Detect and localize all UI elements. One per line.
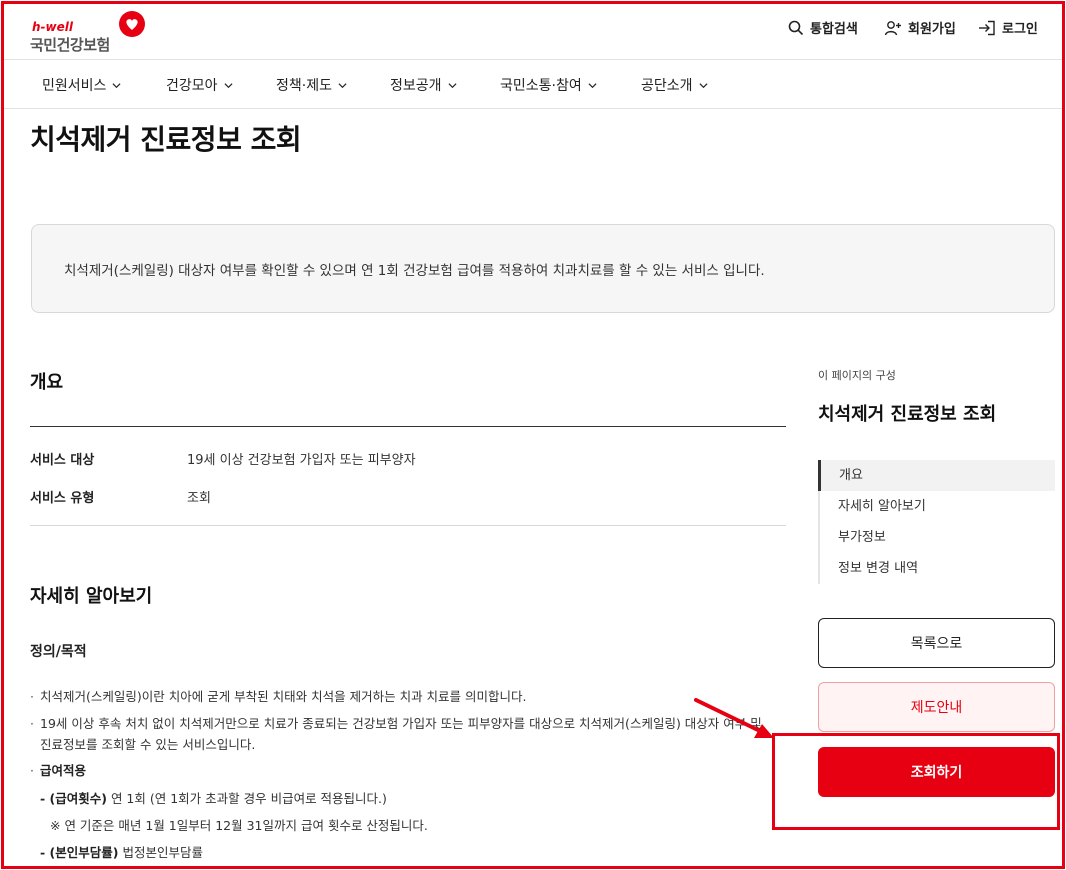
- definition-heading: 정의/목적: [30, 644, 87, 660]
- nav-item-label: 정책·제도: [276, 78, 332, 94]
- search-icon: [788, 20, 804, 35]
- service-intro-box: 치석제거(스케일링) 대상자 여부를 확인할 수 있으며 연 1회 건강보험 급…: [31, 224, 1055, 313]
- login-label: 로그인: [1002, 22, 1038, 37]
- bullet-dot: ·: [30, 716, 34, 731]
- service-target-value: 19세 이상 건강보험 가입자 또는 피부양자: [187, 453, 416, 468]
- definition-bullet: · 치석제거(스케일링)이란 치아에 굳게 부착된 치태와 치석을 제거하는 치과…: [30, 686, 527, 708]
- search-label: 통합검색: [810, 22, 858, 37]
- chevron-down-icon: [448, 82, 457, 88]
- chevron-down-icon: [588, 82, 597, 88]
- nav-item-label: 민원서비스: [42, 78, 107, 94]
- join-link[interactable]: 회원가입: [884, 18, 956, 37]
- bullet-dot: ·: [30, 763, 34, 778]
- benefit-count-text: 연 1회 (연 1회가 초과할 경우 비급여로 적용됩니다.): [110, 791, 387, 806]
- purpose-bullet: · 19세 이상 후속 처치 없이 치석제거만으로 치료가 종료되는 건강보험 가…: [30, 713, 762, 735]
- toc-list: 개요 자세히 알아보기 부가정보 정보 변경 내역: [818, 460, 1055, 584]
- purpose-text: 19세 이상 후속 처치 없이 치석제거만으로 치료가 종료되는 건강보험 가입…: [40, 716, 762, 731]
- definition-text: 치석제거(스케일링)이란 치아에 굳게 부착된 치태와 치석을 제거하는 치과 …: [40, 689, 527, 704]
- logo-name-text: 국민건강보험: [30, 36, 110, 54]
- chevron-down-icon: [338, 82, 347, 88]
- toc-item-details[interactable]: 자세히 알아보기: [820, 491, 1055, 522]
- benefit-bullet: · 급여적용: [30, 760, 86, 782]
- add-user-icon: [884, 20, 901, 35]
- integrated-search-link[interactable]: 통합검색: [788, 18, 858, 37]
- copay-line: - (본인부담률) 법정본인부담률: [40, 842, 203, 864]
- service-target-label: 서비스 대상: [30, 453, 95, 468]
- service-type-label: 서비스 유형: [30, 491, 95, 506]
- nav-item-participation[interactable]: 국민소통·참여: [500, 75, 597, 95]
- service-intro-text: 치석제거(스케일링) 대상자 여부를 확인할 수 있으며 연 1회 건강보험 급…: [64, 263, 765, 279]
- nav-item-health[interactable]: 건강모아: [166, 75, 233, 95]
- chevron-down-icon: [699, 82, 708, 88]
- logo-hwell-text: h-well: [32, 20, 73, 34]
- join-label: 회원가입: [908, 22, 956, 37]
- overview-bottom-divider: [30, 525, 786, 526]
- nav-item-civil-service[interactable]: 민원서비스: [42, 75, 121, 95]
- overview-divider: [30, 426, 786, 427]
- chevron-down-icon: [112, 82, 121, 88]
- toc-item-change-history[interactable]: 정보 변경 내역: [820, 553, 1055, 584]
- toc-item-overview[interactable]: 개요: [818, 460, 1055, 491]
- toc-item-additional-info[interactable]: 부가정보: [820, 522, 1055, 553]
- details-heading: 자세히 알아보기: [30, 586, 153, 607]
- nav-item-disclosure[interactable]: 정보공개: [390, 75, 457, 95]
- benefit-count-note-text: ※ 연 기준은 매년 1월 1일부터 12월 31일까지 급여 횟수로 산정됩니…: [50, 818, 428, 833]
- benefit-count-line: - (급여횟수) 연 1회 (연 1회가 초과할 경우 비급여로 적용됩니다.): [40, 788, 387, 810]
- overview-heading: 개요: [30, 372, 64, 393]
- site-header: h-well 국민건강보험 통합검색 회원가입 로그인: [4, 4, 1062, 60]
- back-to-list-button[interactable]: 목록으로: [818, 618, 1055, 668]
- benefit-heading: 급여적용: [40, 763, 87, 778]
- service-type-value: 조회: [187, 491, 211, 506]
- nav-item-policy[interactable]: 정책·제도: [276, 75, 347, 95]
- page-title: 치석제거 진료정보 조회: [30, 123, 302, 156]
- toc-title: 치석제거 진료정보 조회: [818, 404, 997, 425]
- copay-text: 법정본인부담률: [122, 845, 203, 860]
- login-icon: [979, 20, 995, 35]
- benefit-count-label: - (급여횟수): [40, 791, 107, 806]
- nav-item-label: 건강모아: [166, 78, 218, 94]
- toc-caption: 이 페이지의 구성: [818, 369, 896, 382]
- benefit-count-note: ※ 연 기준은 매년 1월 1일부터 12월 31일까지 급여 횟수로 산정됩니…: [50, 815, 428, 837]
- login-link[interactable]: 로그인: [978, 18, 1038, 37]
- copay-label: - (본인부담률): [40, 845, 119, 860]
- nav-item-label: 공단소개: [641, 78, 693, 94]
- nav-item-label: 정보공개: [390, 78, 442, 94]
- system-guide-button[interactable]: 제도안내: [818, 682, 1055, 732]
- site-logo[interactable]: h-well 국민건강보험: [30, 10, 150, 54]
- annotation-arrow-icon: [694, 698, 774, 738]
- chevron-down-icon: [224, 82, 233, 88]
- nav-item-about[interactable]: 공단소개: [641, 75, 708, 95]
- purpose-text-continued: 진료정보를 조회할 수 있는 서비스입니다.: [40, 737, 256, 752]
- bullet-dot: ·: [30, 689, 34, 704]
- purpose-bullet-continued: 진료정보를 조회할 수 있는 서비스입니다.: [40, 734, 255, 756]
- annotation-highlight-box: [772, 733, 1060, 830]
- heart-logo-icon: [119, 11, 145, 37]
- nav-item-label: 국민소통·참여: [500, 78, 582, 94]
- main-navigation: 민원서비스 건강모아 정책·제도 정보공개 국민소통·참여 공단소개: [4, 61, 1062, 109]
